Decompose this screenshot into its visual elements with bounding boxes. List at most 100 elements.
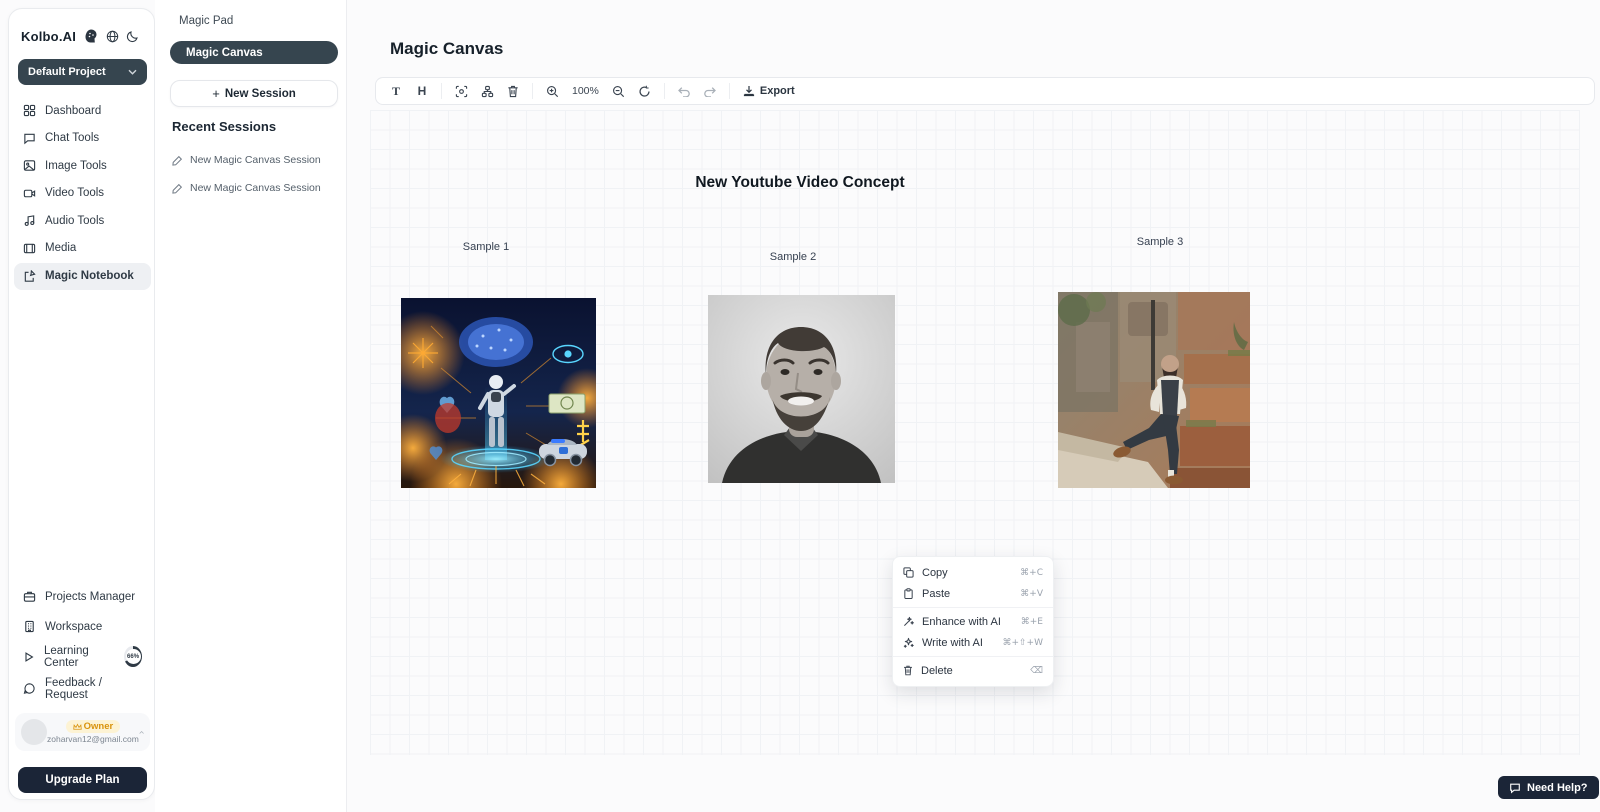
toolbar-divider — [664, 83, 665, 99]
ai-capture-tool-button[interactable] — [449, 80, 473, 102]
context-menu-label: Write with AI — [922, 637, 983, 649]
sidebar-item-label: Media — [45, 242, 76, 254]
video-camera-icon — [23, 187, 36, 200]
project-selector[interactable]: Default Project — [18, 59, 147, 85]
magic-wand-icon — [903, 616, 914, 627]
sidebar-item-audio-tools[interactable]: Audio Tools — [14, 207, 151, 234]
sidebar-item-feedback-request[interactable]: Feedback / Request — [14, 675, 151, 702]
sidebar-item-projects-manager[interactable]: Projects Manager — [14, 583, 151, 610]
context-menu-divider — [893, 656, 1053, 657]
role-badge-label: Owner — [84, 721, 114, 732]
context-menu: Copy ⌘+C Paste ⌘+V Enhance with AI ⌘+E W… — [892, 556, 1054, 687]
redo-button[interactable] — [698, 80, 722, 102]
pencil-icon — [172, 183, 183, 194]
sample-3-label[interactable]: Sample 3 — [1120, 236, 1200, 248]
sample-image-ai-robot[interactable] — [401, 298, 596, 488]
chat-bubble-icon — [23, 132, 36, 145]
avatar — [21, 719, 47, 745]
trash-icon — [507, 85, 519, 98]
sidebar-item-label: Magic Notebook — [45, 270, 134, 282]
shortcut-hint: ⌘+⇧+W — [1002, 638, 1043, 648]
export-button[interactable]: Export — [737, 85, 801, 97]
collapse-chevron-icon — [139, 730, 144, 735]
brand-logo: Kolbo.AI — [21, 25, 144, 47]
context-menu-item-delete[interactable]: Delete ⌫ — [893, 660, 1053, 681]
building-icon — [23, 620, 36, 633]
notebook-pen-icon — [23, 270, 36, 283]
context-menu-label: Copy — [922, 567, 948, 579]
sidebar-item-video-tools[interactable]: Video Tools — [14, 180, 151, 207]
delete-tool-button[interactable] — [501, 80, 525, 102]
need-help-button[interactable]: Need Help? — [1498, 776, 1599, 799]
session-list-item[interactable]: New Magic Canvas Session — [172, 150, 338, 170]
music-note-icon — [23, 214, 36, 227]
zoom-in-button[interactable] — [540, 80, 564, 102]
export-label: Export — [760, 85, 795, 97]
context-menu-item-paste[interactable]: Paste ⌘+V — [893, 583, 1053, 604]
zoom-in-icon — [546, 85, 559, 98]
dark-mode-moon-icon[interactable] — [126, 30, 139, 43]
role-badge: Owner — [66, 720, 121, 733]
shortcut-hint: ⌘+E — [1021, 617, 1043, 627]
context-menu-label: Enhance with AI — [922, 616, 1001, 628]
flow-node-tool-button[interactable] — [475, 80, 499, 102]
crown-icon — [73, 723, 82, 731]
language-globe-icon[interactable] — [106, 30, 119, 43]
sidebar-item-label: Learning Center — [44, 645, 114, 669]
brand-name: Kolbo.AI — [21, 29, 76, 44]
zoom-out-button[interactable] — [607, 80, 631, 102]
user-email: zoharvan12@gmail.com — [47, 734, 139, 744]
sidebar-item-media[interactable]: Media — [14, 235, 151, 262]
sidebar-item-learning-center[interactable]: Learning Center 66% — [14, 643, 151, 670]
project-selector-label: Default Project — [28, 66, 106, 78]
sample-image-man-on-ruins[interactable] — [1058, 292, 1250, 488]
sample-image-portrait[interactable] — [708, 295, 895, 483]
shortcut-hint: ⌘+V — [1020, 589, 1043, 599]
plus-icon: + — [212, 86, 220, 101]
sidebar-item-label: Dashboard — [45, 105, 101, 117]
dashboard-grid-icon — [23, 104, 36, 117]
need-help-label: Need Help? — [1527, 782, 1588, 794]
sidebar-item-label: Image Tools — [45, 160, 107, 172]
tab-magic-pad[interactable]: Magic Pad — [179, 15, 233, 27]
tab-magic-canvas[interactable]: Magic Canvas — [170, 41, 338, 64]
session-list-item[interactable]: New Magic Canvas Session — [172, 178, 338, 198]
zoom-level: 100% — [566, 85, 605, 97]
new-session-label: New Session — [225, 88, 296, 100]
new-session-button[interactable]: + New Session — [170, 80, 338, 107]
sidebar-item-label: Chat Tools — [45, 132, 99, 144]
profile-card[interactable]: Owner zoharvan12@gmail.com — [15, 713, 150, 751]
sample-2-label[interactable]: Sample 2 — [753, 251, 833, 263]
sample-1-label[interactable]: Sample 1 — [446, 241, 526, 253]
sidebar-item-dashboard[interactable]: Dashboard — [14, 97, 151, 124]
sidebar-item-chat-tools[interactable]: Chat Tools — [14, 125, 151, 152]
reset-rotate-icon — [638, 85, 651, 98]
canvas-text-block[interactable]: New Youtube Video Concept — [640, 174, 960, 192]
sidebar-item-magic-notebook[interactable]: Magic Notebook — [14, 263, 151, 290]
sidebar: Kolbo.AI Default Project Dashboard Chat … — [8, 8, 155, 800]
reset-view-button[interactable] — [633, 80, 657, 102]
brain-head-icon — [83, 28, 99, 44]
upgrade-plan-button[interactable]: Upgrade Plan — [18, 767, 147, 793]
context-menu-item-enhance-with-ai[interactable]: Enhance with AI ⌘+E — [893, 611, 1053, 632]
sidebar-item-workspace[interactable]: Workspace — [14, 613, 151, 640]
context-menu-item-write-with-ai[interactable]: Write with AI ⌘+⇧+W — [893, 632, 1053, 653]
learning-progress-ring: 66% — [124, 646, 142, 667]
context-menu-divider — [893, 607, 1053, 608]
text-tool-button[interactable]: T — [384, 80, 408, 102]
context-menu-item-copy[interactable]: Copy ⌘+C — [893, 562, 1053, 583]
briefcase-icon — [23, 590, 36, 603]
chevron-down-icon — [128, 69, 137, 75]
trash-icon — [903, 665, 913, 676]
flow-branch-icon — [481, 85, 494, 98]
copy-icon — [903, 567, 914, 578]
shortcut-hint: ⌫ — [1030, 666, 1043, 676]
undo-button[interactable] — [672, 80, 696, 102]
clipboard-icon — [903, 588, 914, 599]
pencil-icon — [172, 155, 183, 166]
heading-tool-button[interactable]: H — [410, 80, 434, 102]
sessions-panel: Magic Pad Magic Canvas + New Session Rec… — [155, 0, 347, 812]
learning-progress-value: 66% — [126, 649, 141, 664]
sidebar-item-image-tools[interactable]: Image Tools — [14, 152, 151, 179]
context-menu-label: Delete — [921, 665, 953, 677]
